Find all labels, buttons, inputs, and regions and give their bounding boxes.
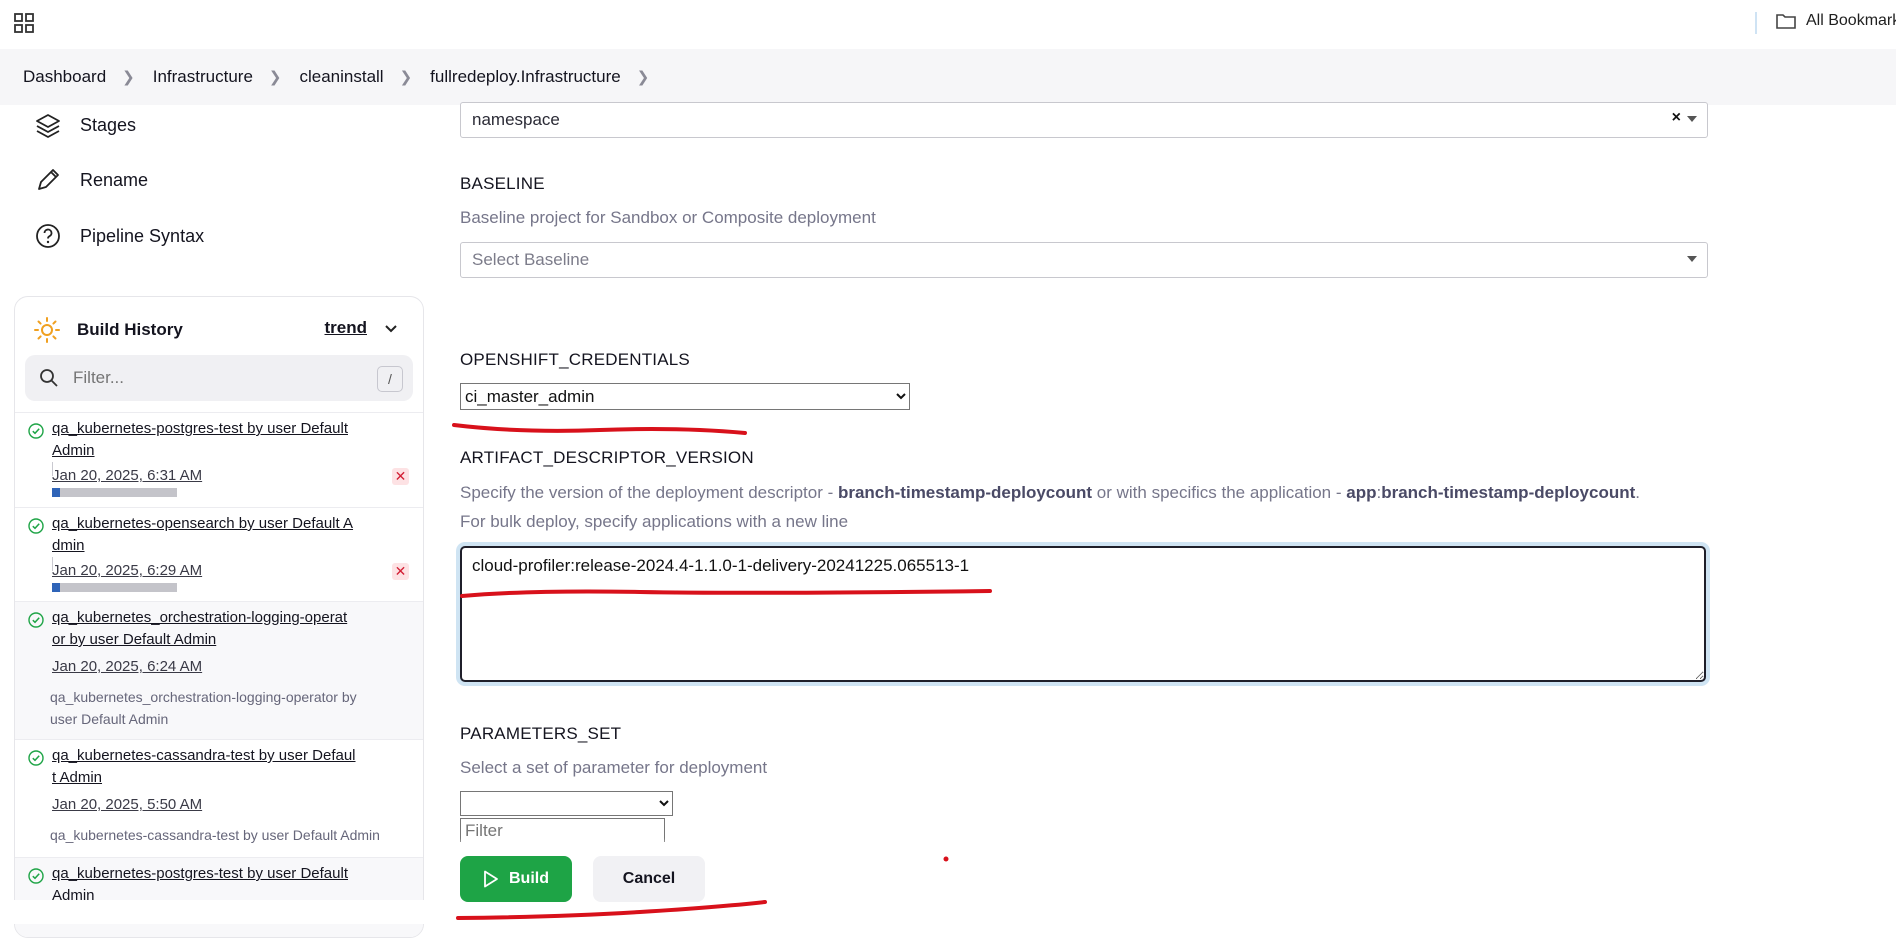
- artifact-descriptor-label: ARTIFACT_DESCRIPTOR_VERSION: [460, 448, 754, 467]
- breadcrumb-bar: Dashboard ❯ Infrastructure ❯ cleaninstal…: [0, 49, 1896, 105]
- build-button[interactable]: Build: [460, 856, 572, 902]
- openshift-credentials-select[interactable]: ci_master_admin: [460, 383, 910, 410]
- filter-shortcut-key: /: [377, 366, 403, 392]
- browser-toolbar: [0, 0, 1896, 46]
- namespace-select[interactable]: namespace ×: [460, 102, 1708, 138]
- namespace-value: namespace: [472, 110, 560, 129]
- build-title-link[interactable]: qa_kubernetes-opensearch by user Default…: [52, 513, 362, 557]
- chevron-right-icon: ❯: [399, 69, 413, 86]
- abort-build-button[interactable]: ✕: [392, 468, 409, 485]
- build-row: qa_kubernetes-opensearch by user Default…: [15, 507, 423, 602]
- build-filter-input[interactable]: [71, 367, 355, 389]
- success-check-icon: [28, 868, 44, 884]
- build-history-panel: Build History trend / qa_kubernetes-post…: [14, 296, 424, 938]
- success-check-icon: [28, 612, 44, 628]
- build-history-title: Build History: [77, 320, 183, 339]
- nav-pipeline-syntax[interactable]: Pipeline Syntax: [34, 222, 204, 250]
- build-row: qa_kubernetes_orchestration-logging-oper…: [15, 601, 423, 740]
- folder-icon: [1776, 14, 1796, 29]
- underline-annotation-credentials: [452, 423, 747, 435]
- layers-icon: [36, 114, 60, 138]
- build-progress-bar: [52, 583, 177, 592]
- openshift-credentials-label: OPENSHIFT_CREDENTIALS: [460, 350, 690, 369]
- breadcrumb-fullredeploy[interactable]: fullredeploy.Infrastructure: [430, 67, 621, 87]
- parameters-set-description: Select a set of parameter for deployment: [460, 758, 768, 777]
- build-title-link[interactable]: qa_kubernetes-cassandra-test by user Def…: [52, 745, 362, 789]
- success-check-icon: [28, 423, 44, 439]
- artifact-descriptor-input[interactable]: cloud-profiler:release-2024.4-1.1.0-1-de…: [460, 546, 1706, 682]
- chevron-down-icon[interactable]: [383, 321, 399, 337]
- play-icon: [484, 870, 498, 888]
- success-check-icon: [28, 518, 44, 534]
- all-bookmarks-button[interactable]: All Bookmark: [1776, 12, 1896, 30]
- panel-mask: [0, 900, 432, 924]
- build-time-link[interactable]: Jan 20, 2025, 6:31 AM: [52, 467, 202, 484]
- apps-grid-icon[interactable]: [14, 13, 34, 33]
- parameters-set-label: PARAMETERS_SET: [460, 724, 622, 743]
- breadcrumb-dashboard[interactable]: Dashboard: [23, 67, 106, 87]
- caret-down-icon[interactable]: [1687, 256, 1697, 262]
- build-time-link[interactable]: Jan 20, 2025, 5:50 AM: [52, 796, 202, 813]
- chevron-right-icon[interactable]: ❯: [637, 68, 650, 86]
- baseline-label: BASELINE: [460, 174, 545, 193]
- baseline-placeholder: Select Baseline: [472, 250, 590, 269]
- breadcrumb-infrastructure[interactable]: Infrastructure: [153, 67, 253, 87]
- search-icon: [40, 369, 58, 387]
- success-check-icon: [28, 750, 44, 766]
- cancel-button[interactable]: Cancel: [593, 856, 705, 902]
- build-description: qa_kubernetes-cassandra-test by user Def…: [50, 827, 380, 843]
- clear-icon[interactable]: ×: [1672, 109, 1681, 127]
- build-time-link[interactable]: Jan 20, 2025, 6:29 AM: [52, 562, 202, 579]
- build-row: qa_kubernetes-postgres-test by user Defa…: [15, 857, 423, 937]
- nav-pipeline-syntax-label: Pipeline Syntax: [80, 225, 205, 246]
- build-title-link[interactable]: qa_kubernetes_orchestration-logging-oper…: [52, 607, 362, 651]
- build-filter-box: /: [25, 355, 413, 401]
- build-title-link[interactable]: qa_kubernetes-postgres-test by user Defa…: [52, 418, 362, 462]
- baseline-description: Baseline project for Sandbox or Composit…: [460, 208, 876, 227]
- sun-icon: [34, 317, 60, 343]
- build-progress-bar: [52, 488, 177, 497]
- all-bookmarks-label: All Bookmark: [1806, 12, 1896, 29]
- nav-rename-label: Rename: [80, 169, 149, 190]
- baseline-select[interactable]: Select Baseline: [460, 242, 1708, 278]
- abort-build-button[interactable]: ✕: [392, 563, 409, 580]
- artifact-descriptor-description: Specify the version of the deployment de…: [460, 483, 1641, 531]
- help-circle-icon: [36, 224, 60, 248]
- build-time-link[interactable]: Jan 20, 2025, 6:24 AM: [52, 658, 202, 675]
- parameters-set-select[interactable]: [460, 791, 673, 816]
- cancel-button-label: Cancel: [622, 870, 676, 887]
- breadcrumb-cleaninstall[interactable]: cleaninstall: [299, 67, 383, 87]
- chevron-right-icon: ❯: [122, 69, 135, 86]
- toolbar-divider: [1755, 12, 1757, 34]
- nav-rename[interactable]: Rename: [34, 166, 148, 194]
- build-button-label: Build: [509, 870, 549, 887]
- nav-stages[interactable]: Stages: [34, 111, 136, 139]
- build-row: qa_kubernetes-postgres-test by user Defa…: [15, 412, 423, 507]
- breadcrumb: Dashboard ❯ Infrastructure ❯ cleaninstal…: [23, 49, 667, 105]
- chevron-right-icon: ❯: [268, 69, 282, 86]
- nav-stages-label: Stages: [80, 114, 137, 135]
- trend-link[interactable]: trend: [325, 318, 368, 338]
- build-row: qa_kubernetes-cassandra-test by user Def…: [15, 739, 423, 858]
- caret-down-icon[interactable]: [1687, 116, 1697, 122]
- build-description: qa_kubernetes_orchestration-logging-oper…: [50, 689, 357, 727]
- build-history-header: Build History trend: [33, 315, 405, 345]
- pencil-icon: [38, 169, 59, 190]
